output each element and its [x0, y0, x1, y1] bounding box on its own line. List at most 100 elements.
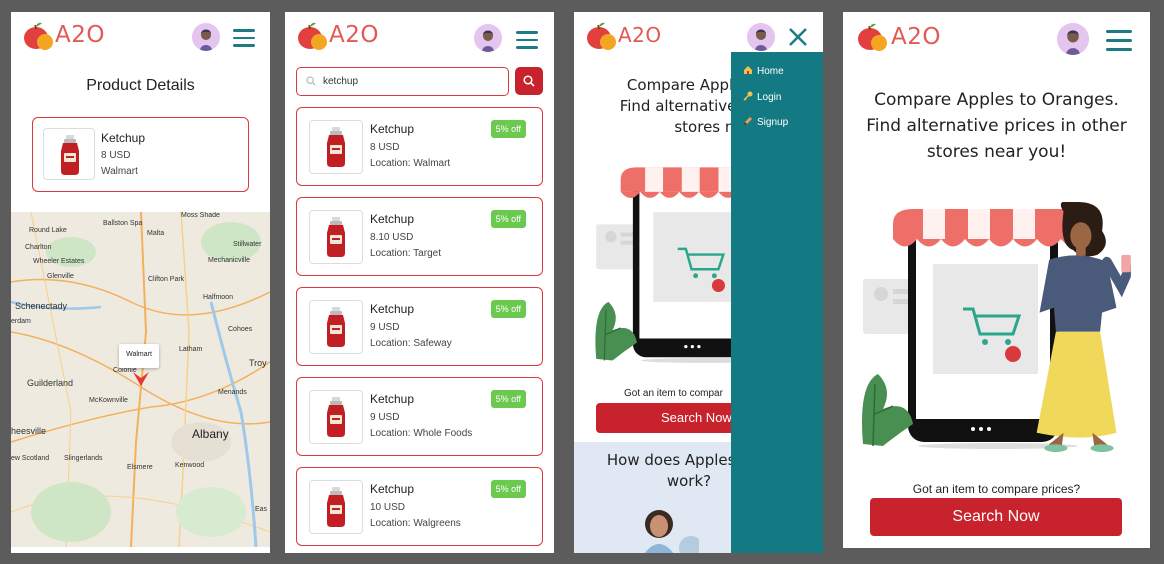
logo-icon[interactable] — [297, 22, 329, 52]
map-place: McKownville — [89, 397, 128, 404]
map-place: Menands — [218, 389, 247, 396]
product-price: 8 USD — [370, 142, 400, 153]
product-location: Location: Target — [370, 248, 441, 259]
product-image — [309, 120, 363, 174]
product-location: Location: Whole Foods — [370, 428, 473, 439]
list-item[interactable]: Ketchup 9 USD Location: Safeway 5% off — [296, 287, 543, 366]
search-icon — [306, 76, 316, 86]
map-place: erdam — [11, 318, 31, 325]
map-place: Charlton — [25, 244, 52, 251]
map-place: Guilderland — [27, 378, 74, 388]
map-place: heesville — [11, 426, 47, 436]
product-location: Location: Walgreens — [370, 518, 461, 529]
map-place: Latham — [179, 346, 203, 353]
product-name: Ketchup — [101, 131, 146, 145]
product-image — [43, 128, 95, 180]
map-place: Slingerlands — [64, 455, 103, 462]
menu-item-login[interactable]: Login — [743, 91, 781, 103]
pencil-icon — [744, 117, 752, 125]
discount-badge: 5% off — [490, 210, 526, 228]
map-pin-icon[interactable] — [131, 370, 151, 388]
avatar[interactable] — [474, 24, 502, 52]
logo-icon[interactable] — [23, 22, 55, 52]
map-place: Stillwater — [233, 241, 262, 248]
header: A2O — [285, 12, 554, 62]
map-place: Cohoes — [228, 326, 253, 333]
brand-name[interactable]: A2O — [891, 24, 941, 50]
product-price: 8.10 USD — [370, 232, 414, 243]
ketchup-bottle-icon — [325, 307, 347, 347]
product-name: Ketchup — [370, 392, 415, 406]
map-place: Clifton Park — [148, 276, 185, 283]
product-name: Ketchup — [370, 302, 415, 316]
map-place: Kenwood — [175, 462, 205, 469]
home-screen: A2O Compare Apples to Oranges. Find alte… — [843, 12, 1150, 548]
ketchup-bottle-icon — [59, 135, 81, 175]
ketchup-bottle-icon — [325, 397, 347, 437]
search-icon — [523, 75, 535, 87]
logo-icon[interactable] — [857, 23, 889, 53]
discount-badge: 5% off — [490, 300, 526, 318]
avatar[interactable] — [747, 23, 775, 51]
menu-label: Signup — [757, 117, 789, 128]
map-place: Wheeler Estates — [33, 258, 85, 265]
discount-badge: 5% off — [490, 480, 526, 498]
search-input[interactable] — [323, 73, 493, 89]
product-details-screen: A2O Product Details Ketchup 8 USD Walmar… — [11, 12, 270, 553]
store-map[interactable]: Moss Shade Ballston Spa Round Lake Malta… — [11, 212, 270, 547]
map-place: Glenville — [47, 273, 74, 280]
avatar[interactable] — [192, 23, 220, 51]
list-item[interactable]: Ketchup 8 USD Location: Walmart 5% off — [296, 107, 543, 186]
logo-icon[interactable] — [586, 22, 618, 52]
search-button[interactable] — [515, 67, 543, 95]
product-price: 9 USD — [370, 412, 400, 423]
brand-name[interactable]: A2O — [618, 23, 662, 47]
person-illustration — [644, 510, 699, 553]
map-place: Round Lake — [29, 227, 67, 234]
how-title-line: How does Apples t — [606, 451, 747, 469]
map-place: Malta — [147, 230, 165, 237]
hero-headline-line: Find alternative prices in other — [866, 116, 1127, 136]
menu-item-home[interactable]: Home — [743, 65, 784, 77]
product-store: Walmart — [101, 166, 138, 177]
avatar[interactable] — [1057, 23, 1089, 55]
brand-name[interactable]: A2O — [329, 22, 379, 48]
search-now-button[interactable]: Search Now — [870, 498, 1122, 536]
product-card[interactable]: Ketchup 8 USD Walmart — [32, 117, 249, 192]
map-place: Schenectady — [15, 301, 68, 311]
header: A2O — [843, 12, 1150, 62]
product-image — [309, 390, 363, 444]
list-item[interactable]: Ketchup 9 USD Location: Whole Foods 5% o… — [296, 377, 543, 456]
hero-subtitle: Got an item to compar — [624, 388, 723, 399]
page-title: Product Details — [86, 77, 195, 94]
how-it-works-title: How does Apples t work? — [574, 450, 749, 492]
brand-name[interactable]: A2O — [55, 22, 105, 48]
map-place: Ballston Spa — [103, 220, 143, 227]
map-place: Eas — [255, 506, 268, 513]
product-price: 10 USD — [370, 502, 406, 513]
map-place: Elsmere — [127, 464, 153, 471]
hamburger-icon[interactable] — [1106, 30, 1132, 51]
close-icon[interactable] — [787, 26, 809, 48]
search-box[interactable] — [296, 67, 509, 96]
ketchup-bottle-icon — [325, 217, 347, 257]
product-name: Ketchup — [370, 122, 415, 136]
menu-item-signup[interactable]: Signup — [743, 116, 788, 128]
hero-headline: Compare Apples to Oranges. Find alternat… — [843, 87, 1150, 165]
product-location: Location: Walmart — [370, 158, 451, 169]
hamburger-icon[interactable] — [233, 29, 255, 47]
list-item[interactable]: Ketchup 10 USD Location: Walgreens 5% of… — [296, 467, 543, 546]
menu-label: Home — [757, 66, 784, 77]
ketchup-bottle-icon — [325, 127, 347, 167]
product-image — [309, 210, 363, 264]
side-menu: Home Login Signup — [731, 52, 823, 553]
list-item[interactable]: Ketchup 8.10 USD Location: Target 5% off — [296, 197, 543, 276]
discount-badge: 5% off — [490, 120, 526, 138]
map-place: Mechanicville — [208, 257, 251, 264]
key-icon — [743, 91, 753, 101]
home-menu-open-screen: A2O Compare Apples to Find alternative p… — [574, 12, 823, 553]
map-tooltip[interactable]: Walmart — [119, 344, 159, 368]
ketchup-bottle-icon — [325, 487, 347, 527]
hamburger-icon[interactable] — [516, 31, 538, 49]
map-place: Halfmoon — [203, 294, 233, 301]
